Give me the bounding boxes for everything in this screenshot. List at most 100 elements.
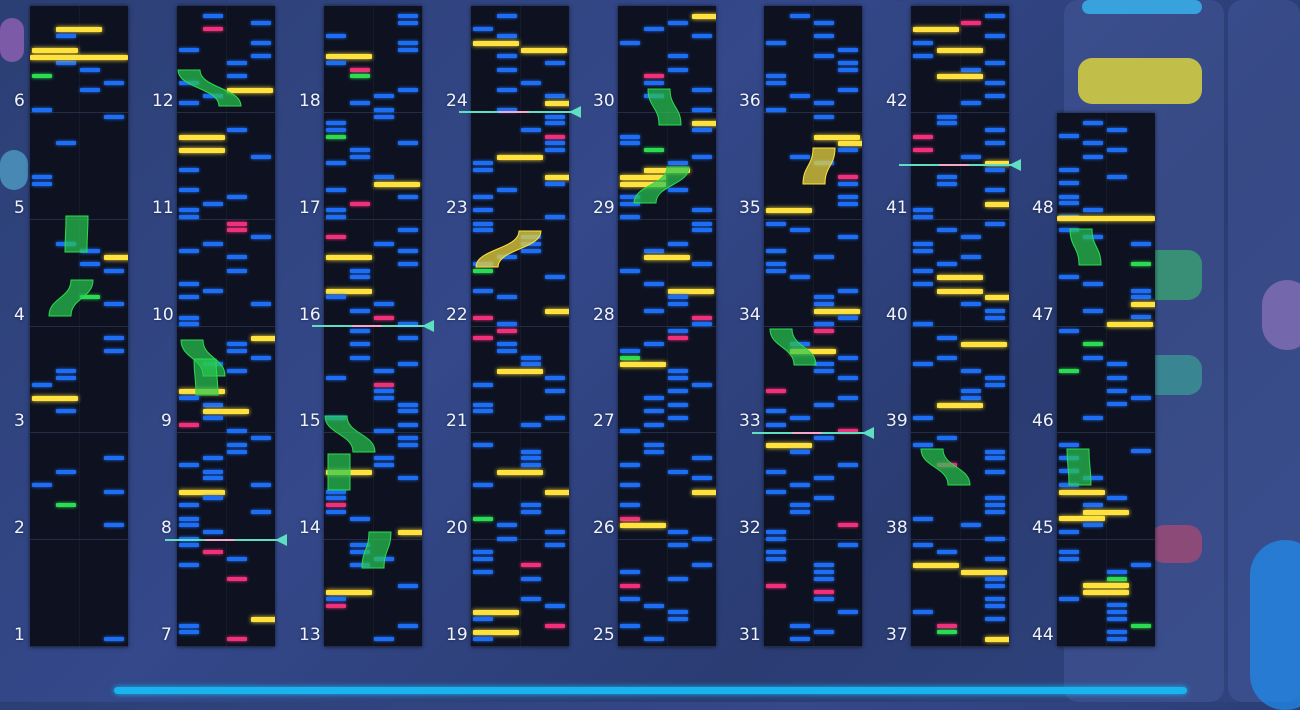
hold-note[interactable] bbox=[937, 289, 983, 294]
flick-note[interactable] bbox=[620, 517, 640, 521]
tap-note[interactable] bbox=[326, 295, 346, 299]
slide-band[interactable] bbox=[30, 214, 128, 254]
tap-note[interactable] bbox=[56, 141, 76, 145]
tap-note[interactable] bbox=[838, 376, 858, 380]
tap-note[interactable] bbox=[521, 510, 541, 514]
tap-note[interactable] bbox=[838, 195, 858, 199]
tap-note[interactable] bbox=[692, 34, 712, 38]
hold-slide-band[interactable] bbox=[764, 146, 862, 186]
tap-note[interactable] bbox=[814, 34, 834, 38]
flick-note[interactable] bbox=[227, 228, 247, 232]
tap-note[interactable] bbox=[473, 617, 493, 621]
hold-note[interactable] bbox=[961, 570, 1007, 575]
tap-note[interactable] bbox=[985, 604, 1005, 608]
tap-note[interactable] bbox=[473, 222, 493, 226]
tap-note[interactable] bbox=[985, 128, 1005, 132]
hold-note[interactable] bbox=[179, 490, 225, 495]
tap-note[interactable] bbox=[179, 517, 199, 521]
hold-note[interactable] bbox=[1059, 516, 1105, 521]
flick-note[interactable] bbox=[644, 74, 664, 78]
tap-note[interactable] bbox=[350, 356, 370, 360]
tap-note[interactable] bbox=[1059, 443, 1079, 447]
tap-note[interactable] bbox=[473, 289, 493, 293]
tap-note[interactable] bbox=[473, 168, 493, 172]
hold-note[interactable] bbox=[766, 208, 812, 213]
tap-note[interactable] bbox=[668, 369, 688, 373]
tap-note[interactable] bbox=[326, 121, 346, 125]
tap-note[interactable] bbox=[814, 322, 834, 326]
tap-note[interactable] bbox=[545, 389, 565, 393]
tap-note[interactable] bbox=[473, 557, 493, 561]
tap-note[interactable] bbox=[179, 322, 199, 326]
tap-note[interactable] bbox=[104, 523, 124, 527]
tap-note[interactable] bbox=[668, 54, 688, 58]
tap-note[interactable] bbox=[814, 21, 834, 25]
tap-note[interactable] bbox=[913, 208, 933, 212]
tap-note[interactable] bbox=[56, 369, 76, 373]
tap-note[interactable] bbox=[814, 577, 834, 581]
tap-note[interactable] bbox=[668, 617, 688, 621]
tap-note[interactable] bbox=[913, 416, 933, 420]
tap-note[interactable] bbox=[251, 483, 271, 487]
tap-note[interactable] bbox=[790, 503, 810, 507]
tap-note[interactable] bbox=[1083, 356, 1103, 360]
tap-note[interactable] bbox=[913, 610, 933, 614]
flick-note[interactable] bbox=[473, 336, 493, 340]
slide-note[interactable] bbox=[1059, 369, 1079, 373]
tap-note[interactable] bbox=[985, 510, 1005, 514]
flick-note[interactable] bbox=[179, 423, 199, 427]
tap-note[interactable] bbox=[668, 403, 688, 407]
tap-note[interactable] bbox=[668, 376, 688, 380]
tap-note[interactable] bbox=[790, 483, 810, 487]
tap-note[interactable] bbox=[374, 396, 394, 400]
chart-column[interactable] bbox=[177, 6, 275, 647]
flick-note[interactable] bbox=[814, 590, 834, 594]
playhead-marker[interactable] bbox=[459, 104, 585, 120]
tap-note[interactable] bbox=[326, 597, 346, 601]
tap-note[interactable] bbox=[398, 88, 418, 92]
tap-note[interactable] bbox=[644, 450, 664, 454]
tap-note[interactable] bbox=[398, 362, 418, 366]
tap-note[interactable] bbox=[913, 322, 933, 326]
hold-note[interactable] bbox=[937, 48, 983, 53]
tap-note[interactable] bbox=[985, 496, 1005, 500]
chart-scrollbar[interactable] bbox=[114, 687, 1187, 694]
tap-note[interactable] bbox=[838, 61, 858, 65]
tap-note[interactable] bbox=[179, 563, 199, 567]
hold-note[interactable] bbox=[668, 289, 714, 294]
tap-note[interactable] bbox=[398, 249, 418, 253]
tap-note[interactable] bbox=[179, 463, 199, 467]
tap-note[interactable] bbox=[179, 249, 199, 253]
slide-band[interactable] bbox=[324, 530, 422, 570]
slide-note[interactable] bbox=[620, 356, 640, 360]
tap-note[interactable] bbox=[961, 255, 981, 259]
hold-note[interactable] bbox=[1107, 322, 1153, 327]
tap-note[interactable] bbox=[766, 537, 786, 541]
tap-note[interactable] bbox=[644, 409, 664, 413]
flick-note[interactable] bbox=[227, 577, 247, 581]
tap-note[interactable] bbox=[104, 336, 124, 340]
tap-note[interactable] bbox=[1059, 168, 1079, 172]
tap-note[interactable] bbox=[203, 470, 223, 474]
tap-note[interactable] bbox=[326, 161, 346, 165]
tap-note[interactable] bbox=[838, 48, 858, 52]
tap-note[interactable] bbox=[838, 202, 858, 206]
flick-note[interactable] bbox=[913, 135, 933, 139]
tap-note[interactable] bbox=[473, 570, 493, 574]
tap-note[interactable] bbox=[203, 496, 223, 500]
tap-note[interactable] bbox=[913, 362, 933, 366]
tap-note[interactable] bbox=[937, 175, 957, 179]
hold-note[interactable] bbox=[374, 182, 420, 187]
tap-note[interactable] bbox=[1083, 121, 1103, 125]
hold-note[interactable] bbox=[497, 369, 543, 374]
tap-note[interactable] bbox=[398, 403, 418, 407]
slide-note[interactable] bbox=[644, 148, 664, 152]
flick-note[interactable] bbox=[545, 624, 565, 628]
tap-note[interactable] bbox=[473, 443, 493, 447]
tap-note[interactable] bbox=[350, 275, 370, 279]
tap-note[interactable] bbox=[620, 269, 640, 273]
tap-note[interactable] bbox=[1083, 503, 1103, 507]
tap-note[interactable] bbox=[545, 604, 565, 608]
hold-note[interactable] bbox=[644, 255, 690, 260]
tap-note[interactable] bbox=[251, 302, 271, 306]
